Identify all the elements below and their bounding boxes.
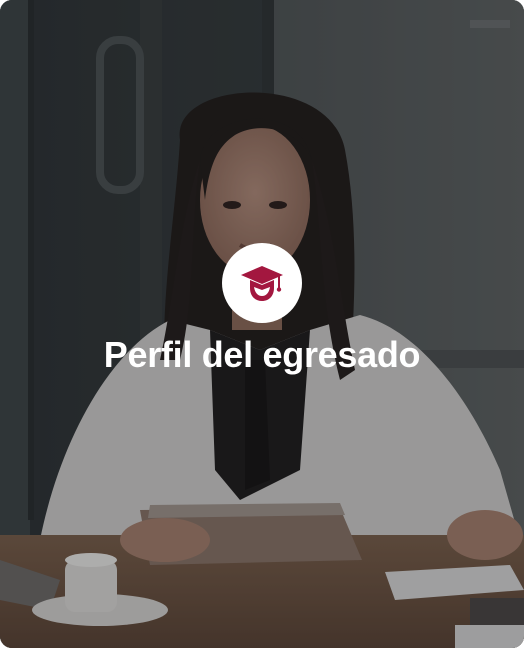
card-title: Perfil del egresado xyxy=(103,334,421,375)
image-overlay xyxy=(0,0,524,648)
graduation-cap-icon xyxy=(237,258,287,308)
profile-card[interactable]: Perfil del egresado xyxy=(0,0,524,648)
icon-badge xyxy=(222,243,302,323)
